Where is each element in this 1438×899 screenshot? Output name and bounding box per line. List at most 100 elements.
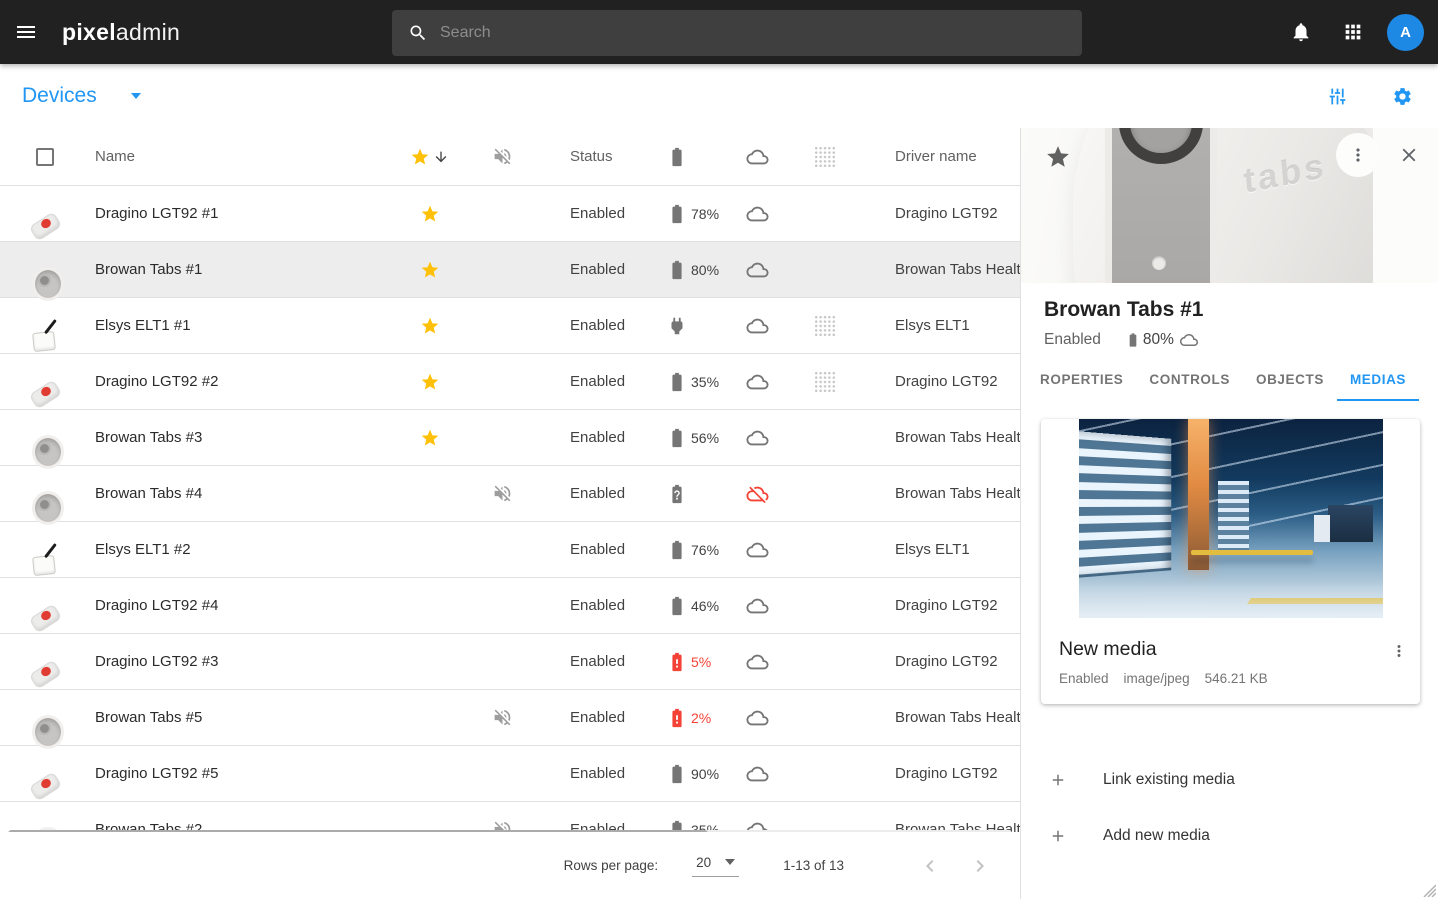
- driver-name: Browan Tabs Healthy: [865, 709, 1020, 726]
- driver-name: Browan Tabs Healthy: [865, 261, 1020, 278]
- table-row[interactable]: Browan Tabs #2 Enabled 35% Browan Tabs H…: [0, 802, 1020, 832]
- driver-name: Dragino LGT92: [865, 597, 1020, 614]
- driver-name: Browan Tabs Healthy: [865, 429, 1020, 446]
- table-row[interactable]: Dragino LGT92 #3 Enabled 5% Dragino LGT9…: [0, 634, 1020, 690]
- sort-arrow-down-icon: [433, 149, 449, 165]
- next-page-button[interactable]: [968, 854, 992, 878]
- driver-name: Elsys ELT1: [865, 541, 1020, 558]
- table-row[interactable]: Elsys ELT1 #1 Enabled Elsys ELT1: [0, 298, 1020, 354]
- tab-objects[interactable]: OBJECTS: [1243, 372, 1337, 401]
- plus-icon: [1049, 827, 1067, 845]
- search-input[interactable]: [440, 24, 1040, 42]
- column-name[interactable]: Name: [72, 148, 402, 165]
- battery-alert-icon: [666, 651, 688, 673]
- favorite-star-icon[interactable]: [420, 260, 440, 280]
- table-row[interactable]: Browan Tabs #4 Enabled Browan Tabs Healt…: [0, 466, 1020, 522]
- resize-handle-icon[interactable]: [1420, 881, 1436, 897]
- media-card[interactable]: New media Enabled image/jpeg 546.21 KB: [1041, 419, 1420, 704]
- battery-unknown-icon: [666, 483, 688, 505]
- muted-icon: [492, 483, 513, 504]
- cloud-icon: [744, 595, 771, 617]
- dot-grid-icon: [815, 316, 835, 336]
- cloud-icon: [744, 371, 771, 393]
- column-status[interactable]: Status: [547, 148, 642, 165]
- close-icon[interactable]: [1398, 144, 1420, 166]
- table-row[interactable]: Dragino LGT92 #2 Enabled 35% Dragino LGT…: [0, 354, 1020, 410]
- tab-properties[interactable]: ROPERTIES: [1027, 372, 1136, 401]
- rows-per-page-select[interactable]: 20: [692, 855, 739, 877]
- device-name: Dragino LGT92 #1: [72, 205, 402, 222]
- device-name: Browan Tabs #4: [72, 485, 402, 502]
- battery-icon: [1125, 332, 1141, 348]
- table-body: Dragino LGT92 #1 Enabled 78% Dragino LGT…: [0, 186, 1020, 832]
- cloud-icon: [744, 707, 771, 729]
- column-cloud[interactable]: [730, 146, 785, 168]
- cloud-icon: [744, 763, 771, 785]
- battery-icon: [666, 203, 688, 225]
- link-existing-media-button[interactable]: Link existing media: [1021, 752, 1438, 808]
- column-battery[interactable]: [642, 146, 730, 168]
- menu-icon[interactable]: [2, 8, 50, 56]
- device-status: Enabled: [547, 429, 642, 446]
- tab-medias[interactable]: MEDIAS: [1337, 372, 1419, 401]
- more-vert-icon[interactable]: [1348, 143, 1368, 167]
- power-plug-icon: [666, 315, 688, 337]
- device-title: Browan Tabs #1: [1044, 298, 1414, 322]
- page-title: Devices: [22, 84, 97, 108]
- apps-grid-icon[interactable]: [1335, 14, 1371, 50]
- column-favorite[interactable]: [402, 147, 457, 167]
- select-all-checkbox[interactable]: [36, 148, 54, 166]
- media-title: New media: [1059, 638, 1157, 661]
- battery-percent: 90%: [691, 766, 719, 782]
- battery-percent: 80%: [691, 262, 719, 278]
- table-row[interactable]: Browan Tabs #1 Enabled 80% Browan Tabs H…: [0, 242, 1020, 298]
- device-battery: 80%: [1143, 331, 1174, 349]
- device-status: Enabled: [547, 261, 642, 278]
- table-row[interactable]: Dragino LGT92 #4 Enabled 46% Dragino LGT…: [0, 578, 1020, 634]
- device-status: Enabled: [547, 541, 642, 558]
- favorite-star-icon: [410, 147, 430, 167]
- add-new-media-button[interactable]: Add new media: [1021, 808, 1438, 864]
- app-logo: pixeladmin: [62, 19, 180, 46]
- favorite-star-icon[interactable]: [420, 372, 440, 392]
- device-status: Enabled: [547, 709, 642, 726]
- favorite-star-icon[interactable]: [420, 204, 440, 224]
- table-footer: Rows per page: 20 1-13 of 13: [0, 832, 1020, 899]
- battery-icon: [666, 427, 688, 449]
- table-row[interactable]: Elsys ELT1 #2 Enabled 76% Elsys ELT1: [0, 522, 1020, 578]
- notifications-bell-icon[interactable]: [1283, 14, 1319, 50]
- favorite-star-icon[interactable]: [1045, 144, 1071, 170]
- dot-grid-icon: [815, 372, 835, 392]
- battery-icon: [666, 763, 688, 785]
- device-hero-image: tabs: [1021, 128, 1438, 283]
- column-driver[interactable]: Driver name: [865, 148, 1020, 165]
- device-name: Browan Tabs #1: [72, 261, 402, 278]
- pagination-range: 1-13 of 13: [783, 858, 844, 873]
- settings-gear-icon[interactable]: [1384, 78, 1420, 114]
- more-vert-icon[interactable]: [1390, 640, 1408, 662]
- device-name: Dragino LGT92 #5: [72, 765, 402, 782]
- media-file-size: 546.21 KB: [1205, 671, 1268, 686]
- media-status: Enabled: [1059, 671, 1109, 686]
- table-row[interactable]: Dragino LGT92 #5 Enabled 90% Dragino LGT…: [0, 746, 1020, 802]
- favorite-star-icon[interactable]: [420, 316, 440, 336]
- user-avatar[interactable]: A: [1387, 14, 1424, 51]
- table-row[interactable]: Browan Tabs #3 Enabled 56% Browan Tabs H…: [0, 410, 1020, 466]
- battery-percent: 78%: [691, 206, 719, 222]
- table-row[interactable]: Browan Tabs #5 Enabled 2% Browan Tabs He…: [0, 690, 1020, 746]
- device-status: Enabled: [547, 765, 642, 782]
- battery-icon: [666, 146, 688, 168]
- table-row[interactable]: Dragino LGT92 #1 Enabled 78% Dragino LGT…: [0, 186, 1020, 242]
- battery-icon: [666, 595, 688, 617]
- filter-tune-icon[interactable]: [1320, 78, 1356, 114]
- page-title-dropdown[interactable]: Devices: [22, 84, 141, 108]
- previous-page-button[interactable]: [918, 854, 942, 878]
- device-status: Enabled: [547, 597, 642, 614]
- column-dot-grid[interactable]: [785, 147, 865, 167]
- favorite-star-icon[interactable]: [420, 428, 440, 448]
- column-muted[interactable]: [457, 146, 547, 167]
- table-header: Name Status Driver name: [0, 128, 1020, 186]
- device-status: Enabled: [1044, 331, 1101, 349]
- tab-controls[interactable]: CONTROLS: [1136, 372, 1243, 401]
- device-name: Browan Tabs #3: [72, 429, 402, 446]
